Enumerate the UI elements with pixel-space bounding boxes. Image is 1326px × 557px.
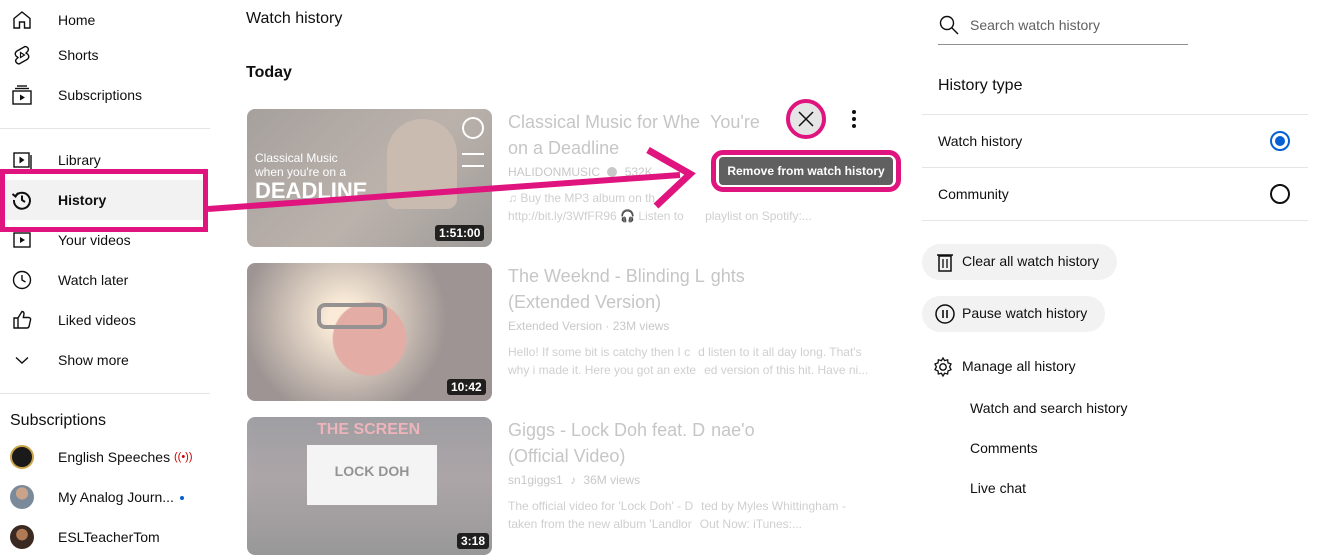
radio-button[interactable] — [1270, 131, 1290, 151]
trash-icon — [934, 251, 956, 273]
search-icon — [938, 14, 960, 36]
comments-link[interactable]: Comments — [970, 440, 1038, 456]
radio-button[interactable] — [1270, 184, 1290, 204]
search-history-field[interactable] — [938, 10, 1188, 45]
manage-history-label: Manage all history — [962, 358, 1076, 374]
history-type-label: Watch history — [938, 133, 1023, 149]
pause-icon — [934, 303, 956, 325]
pause-history-label: Pause watch history — [962, 305, 1088, 321]
panel-divider — [922, 220, 1308, 221]
history-type-heading: History type — [938, 77, 1023, 94]
gear-icon — [932, 356, 954, 378]
history-type-label: Community — [938, 186, 1009, 202]
history-type-watch[interactable]: Watch history — [922, 115, 1308, 167]
clear-all-history-button[interactable]: Clear all watch history — [922, 244, 1117, 280]
search-input[interactable] — [970, 14, 1180, 36]
history-type-community[interactable]: Community — [922, 168, 1308, 220]
live-chat-link[interactable]: Live chat — [970, 480, 1026, 496]
clear-history-label: Clear all watch history — [962, 253, 1099, 269]
pause-history-button[interactable]: Pause watch history — [922, 296, 1105, 332]
annotation-arrow — [207, 146, 696, 212]
watch-and-search-history-link[interactable]: Watch and search history — [970, 400, 1127, 416]
